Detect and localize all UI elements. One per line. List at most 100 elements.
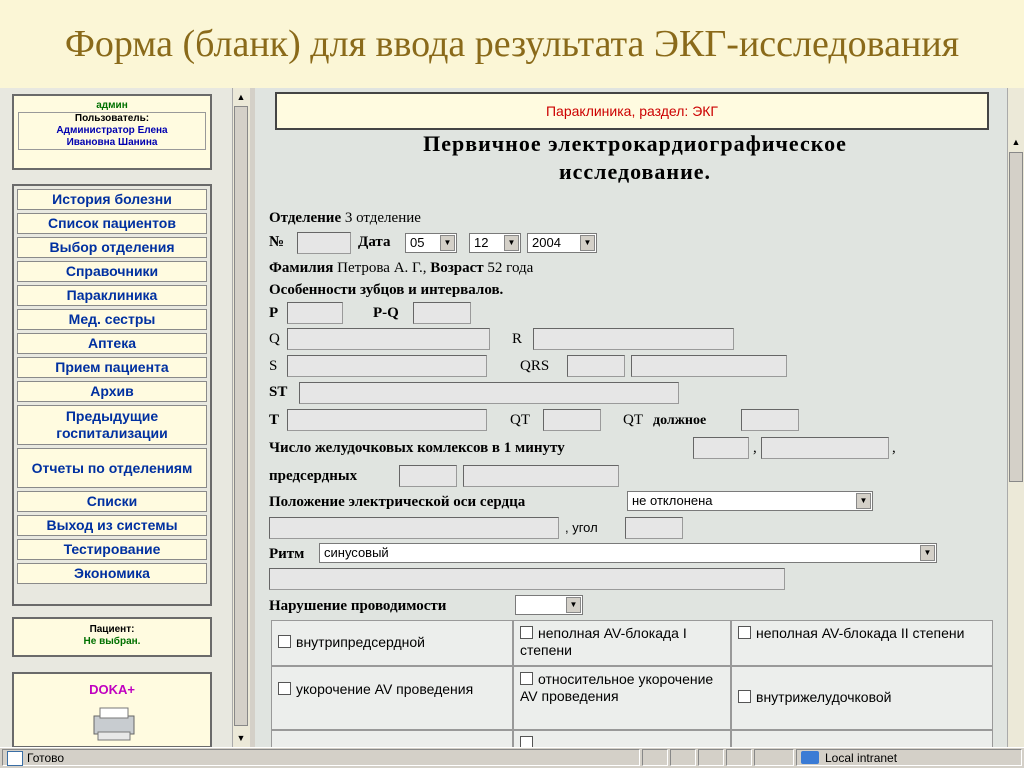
nav-item-patients[interactable]: Список пациентов	[17, 213, 207, 234]
nav-item-pharmacy[interactable]: Аптека	[17, 333, 207, 354]
scroll-up-icon[interactable]: ▲	[1008, 134, 1024, 150]
check-cell-4[interactable]: укорочение AV проведения	[271, 666, 513, 730]
number-input[interactable]	[297, 232, 351, 254]
nav-item-testing[interactable]: Тестирование	[17, 539, 207, 560]
angle-input[interactable]	[625, 517, 683, 539]
nav-item-archive[interactable]: Архив	[17, 381, 207, 402]
main-frame: Параклиника, раздел: ЭКГ Первичное элект…	[255, 88, 1007, 748]
p-input[interactable]	[287, 302, 343, 324]
checkbox[interactable]	[278, 682, 291, 695]
slide-title-text: Форма (бланк) для ввода результата ЭКГ-и…	[64, 23, 960, 65]
department-label: Отделение	[269, 210, 342, 226]
patient-value: Не выбран.	[83, 636, 141, 647]
form-heading-line1: Первичное электрокардиографическое	[423, 131, 847, 156]
nav-item-nurses[interactable]: Мед. сестры	[17, 309, 207, 330]
nav-item-admission[interactable]: Прием пациента	[17, 357, 207, 378]
section-banner: Параклиника, раздел: ЭКГ	[275, 92, 989, 130]
st-input[interactable]	[299, 382, 679, 404]
checkbox[interactable]	[738, 690, 751, 703]
left-scrollbar[interactable]: ▲ ▼	[232, 88, 250, 748]
check-cell-6[interactable]: внутрижелудочковой	[731, 666, 993, 730]
nav-item-lists[interactable]: Списки	[17, 491, 207, 512]
nav-item-department[interactable]: Выбор отделения	[17, 237, 207, 258]
t-input[interactable]	[287, 409, 487, 431]
atrial-input[interactable]	[399, 465, 457, 487]
t-label: T	[269, 412, 280, 428]
check-cell-1[interactable]: внутрипредсердной	[271, 620, 513, 666]
form-heading: Первичное электрокардиографическое иссле…	[315, 130, 955, 186]
checkbox[interactable]	[520, 672, 533, 685]
r-label: R	[512, 331, 523, 347]
role-text: админ	[96, 100, 128, 111]
day-select[interactable]: 05 ▼	[405, 233, 457, 253]
check-cell-5[interactable]: относительное укорочение AV проведения	[513, 666, 731, 730]
nav-item-logout[interactable]: Выход из системы	[17, 515, 207, 536]
doka-logo: DOKA+	[89, 682, 135, 697]
ventricular-input-2[interactable]	[761, 437, 889, 459]
q-label: Q	[269, 331, 280, 347]
nav-item-economics[interactable]: Экономика	[17, 563, 207, 584]
atrial-input-2[interactable]	[463, 465, 619, 487]
axis-select[interactable]: не отклонена ▼	[627, 491, 873, 511]
scroll-up-icon[interactable]: ▲	[233, 89, 249, 105]
axis-extra-input[interactable]	[269, 517, 559, 539]
user-name-line1: Администратор Елена	[56, 125, 168, 136]
r-input[interactable]	[533, 328, 734, 350]
department-row: Отделение 3 отделение	[269, 210, 421, 227]
intranet-icon	[801, 751, 819, 764]
page-icon	[7, 751, 23, 766]
main-scrollbar[interactable]: ▲	[1007, 88, 1024, 748]
scroll-down-icon[interactable]: ▼	[233, 730, 249, 746]
qt-input[interactable]	[543, 409, 601, 431]
nav-item-paraclinic[interactable]: Параклиника	[17, 285, 207, 306]
date-label: Дата	[358, 234, 391, 250]
main-scroll-thumb[interactable]	[1009, 152, 1023, 482]
status-seg-6	[754, 749, 794, 766]
s-label: S	[269, 358, 278, 374]
zone-text: Local intranet	[825, 751, 898, 765]
dropdown-arrow-icon: ▼	[580, 235, 595, 251]
nav-item-previous[interactable]: Предыдущие госпитализации	[17, 405, 207, 445]
nav-item-reports[interactable]: Отчеты по отделениям	[17, 448, 207, 488]
department-value: 3 отделение	[344, 210, 421, 226]
check-cell-8[interactable]	[513, 730, 731, 748]
year-select[interactable]: 2004 ▼	[527, 233, 597, 253]
checkbox[interactable]	[738, 626, 751, 639]
qrs-input-1[interactable]	[567, 355, 625, 377]
conduction-label: Нарушение проводимости	[269, 598, 447, 614]
rhythm-label: Ритм	[269, 546, 305, 562]
status-seg-3	[670, 749, 696, 766]
check-cell-2[interactable]: неполная AV-блокада I степени	[513, 620, 731, 666]
q-input[interactable]	[287, 328, 490, 350]
form-heading-line2: исследование.	[558, 159, 712, 184]
left-scroll-thumb[interactable]	[234, 106, 248, 726]
check-cell-3[interactable]: неполная AV-блокада II степени	[731, 620, 993, 666]
dropdown-arrow-icon: ▼	[566, 597, 581, 613]
zone-seg: Local intranet	[796, 749, 1022, 766]
status-text-seg: Готово	[2, 749, 640, 766]
s-input[interactable]	[287, 355, 487, 377]
qt-due-input[interactable]	[741, 409, 799, 431]
rhythm-extra-input[interactable]	[269, 568, 785, 590]
nav-item-history[interactable]: История болезни	[17, 189, 207, 210]
pq-label: P-Q	[373, 305, 399, 321]
axis-label: Положение электрической оси сердца	[269, 494, 526, 510]
nav-item-reference[interactable]: Справочники	[17, 261, 207, 282]
status-bar: Готово Local intranet	[0, 747, 1024, 768]
checkbox[interactable]	[278, 635, 291, 648]
browser-window: админ Пользователь: Администратор Елена …	[0, 88, 1024, 768]
rhythm-select[interactable]: синусовый ▼	[319, 543, 937, 563]
angle-label: , угол	[565, 520, 598, 535]
name-label: Фамилия	[269, 260, 334, 276]
patient-panel: Пациент: Не выбран.	[12, 617, 212, 657]
qrs-input-2[interactable]	[631, 355, 787, 377]
status-seg-2	[642, 749, 668, 766]
conduction-select[interactable]: ▼	[515, 595, 583, 615]
status-text: Готово	[27, 751, 65, 765]
checkbox[interactable]	[520, 626, 533, 639]
status-seg-4	[698, 749, 724, 766]
pq-input[interactable]	[413, 302, 471, 324]
user-panel: админ Пользователь: Администратор Елена …	[12, 94, 212, 170]
ventricular-input[interactable]	[693, 437, 749, 459]
month-select[interactable]: 12 ▼	[469, 233, 521, 253]
